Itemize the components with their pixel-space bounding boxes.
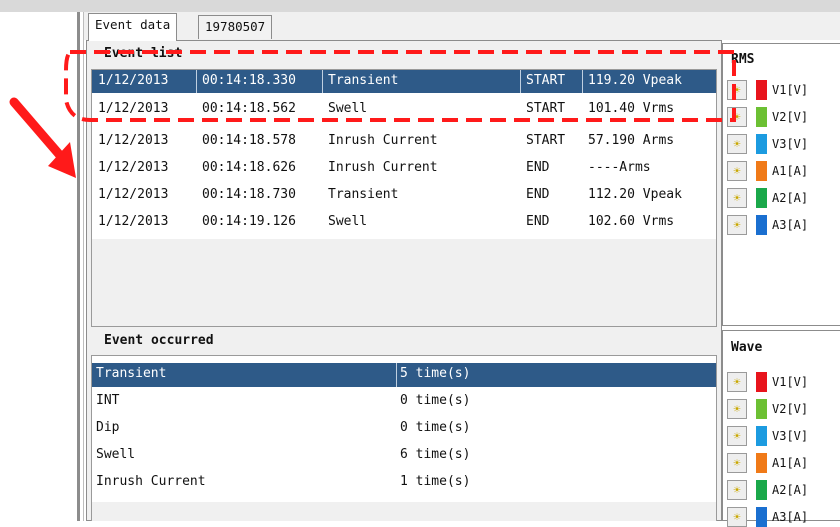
red-arrow-icon [9,97,76,178]
tab-event-data[interactable]: Event data [88,13,178,41]
annotation-overlay [9,50,736,178]
dashed-highlight-box [64,50,736,122]
